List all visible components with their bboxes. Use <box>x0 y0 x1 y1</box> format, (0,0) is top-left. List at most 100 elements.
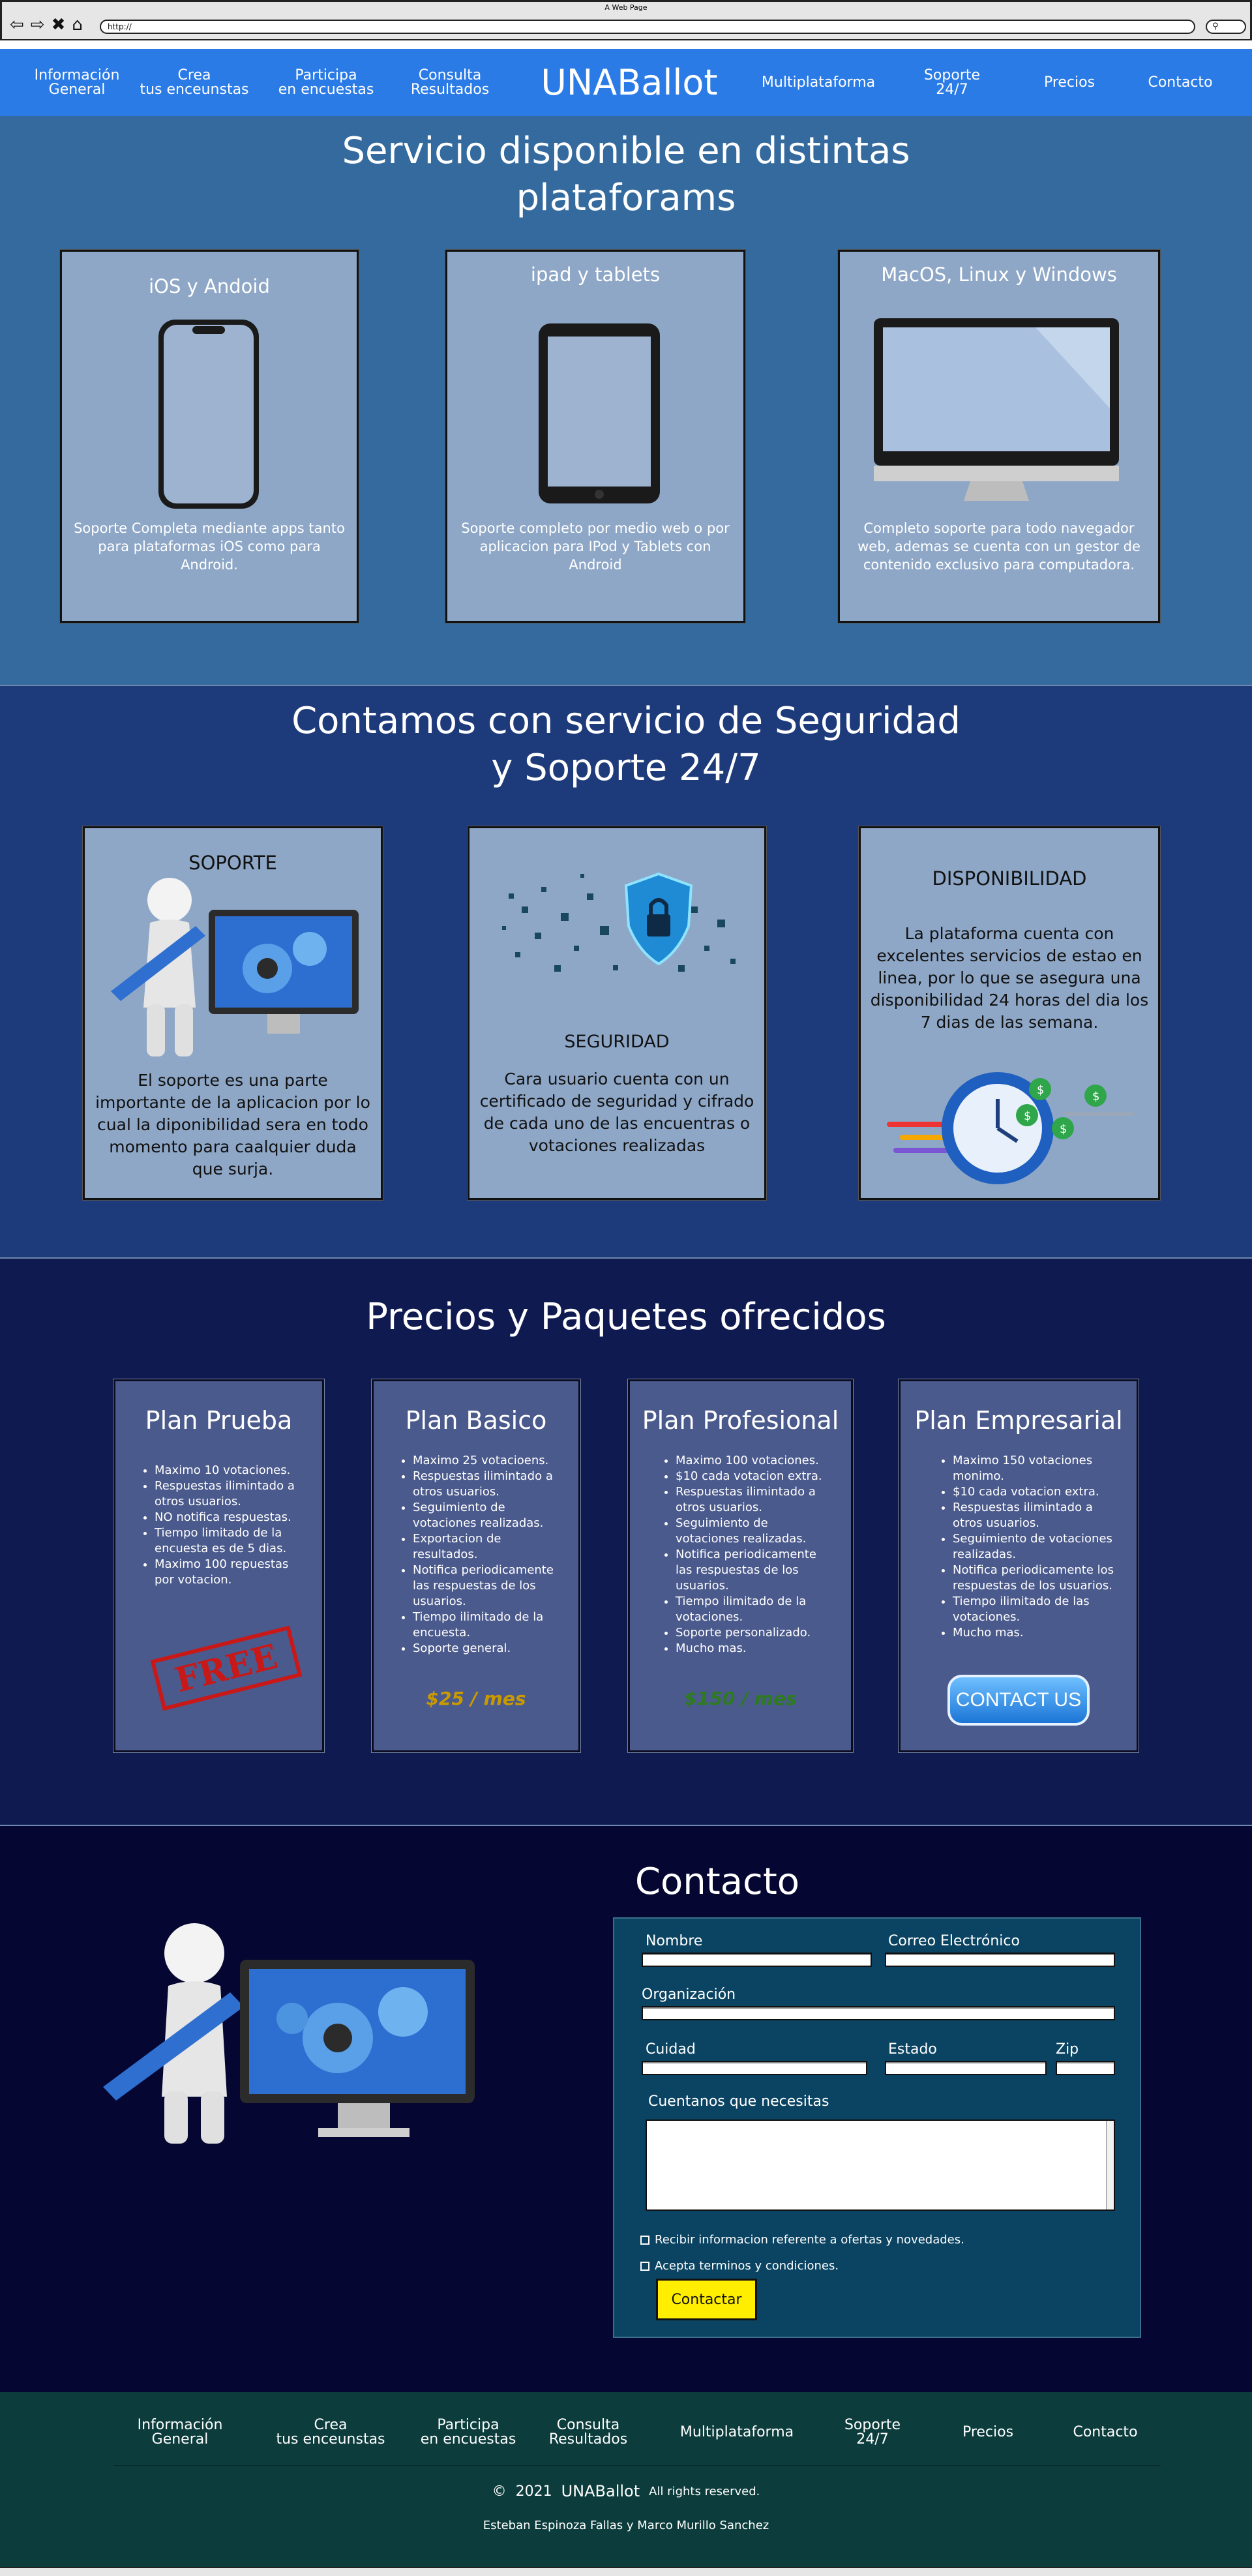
security-title: Contamos con servicio de Seguridad y Sop… <box>291 700 961 789</box>
home-icon[interactable]: ⌂ <box>72 16 83 33</box>
support-technician-illustration <box>103 1923 475 2144</box>
copyright-line: © 2021 UNABallot All rights reserved. <box>0 2478 1252 2504</box>
footer-nav-contacto[interactable]: Contacto <box>1056 2406 1154 2459</box>
plan-feature: Respuestas ilimintado a otros usuarios. <box>413 1469 560 1500</box>
plan-features: Maximo 100 votaciones. $10 cada votacion… <box>663 1453 833 1656</box>
plan-feature: Maximo 10 votaciones. <box>155 1463 304 1478</box>
state-input[interactable] <box>885 2061 1047 2075</box>
address-bar[interactable]: http:// <box>100 20 1195 34</box>
plan-feature: Notifica periodicamente las respuestas d… <box>676 1547 833 1594</box>
forward-arrow-icon[interactable]: ⇨ <box>31 16 45 33</box>
plan-feature: Maximo 150 votaciones monimo. <box>953 1453 1118 1484</box>
security-card: SEGURIDAD Cara usuario cuenta con un cer… <box>468 826 766 1200</box>
plan-card-profesional: Plan Profesional Maximo 100 votaciones. … <box>628 1379 853 1752</box>
checkbox-box[interactable] <box>640 2261 649 2271</box>
top-navigation: Información General Crea tus enceunstas … <box>0 49 1252 116</box>
footer-brand: UNABallot <box>561 2482 640 2500</box>
footer-nav-informacion-general[interactable]: Información General <box>121 2406 239 2459</box>
plan-feature: Soporte general. <box>413 1641 560 1656</box>
close-icon[interactable]: ✖ <box>52 16 66 33</box>
name-input[interactable] <box>642 1953 872 1967</box>
nav-multiplataforma[interactable]: Multiplataforma <box>750 49 887 116</box>
footer-nav-crea-encuestas[interactable]: Crea tus enceunstas <box>269 2406 393 2459</box>
tablet-icon <box>539 323 660 503</box>
clock-money-icon: $ $ $ $ <box>887 1072 1135 1184</box>
footer-nav-multiplataforma[interactable]: Multiplataforma <box>668 2406 805 2459</box>
plan-name: Plan Empresarial <box>914 1406 1123 1435</box>
platform-card-desktop: MacOS, Linux y Windows Completo soporte … <box>838 250 1160 623</box>
browser-nav-buttons: ⇦ ⇨ ✖ ⌂ <box>10 16 83 33</box>
offers-checkbox[interactable]: Recibir informacion referente a ofertas … <box>640 2233 964 2247</box>
copyright-symbol: © <box>492 2483 507 2500</box>
platforms-title: Servicio disponible en distintas platafo… <box>342 130 910 219</box>
browser-window-chrome: A Web Page ⇦ ⇨ ✖ ⌂ http:// ⚲ <box>0 0 1252 40</box>
rights-text: All rights reserved. <box>649 2484 760 2498</box>
zip-input[interactable] <box>1056 2061 1115 2075</box>
plan-feature: Respuestas ilimintado a otros usuarios. <box>953 1500 1118 1531</box>
organization-input[interactable] <box>642 2006 1115 2020</box>
checkbox-box[interactable] <box>640 2235 649 2245</box>
nav-participa[interactable]: Participa en encuestas <box>267 49 385 116</box>
nav-contacto[interactable]: Contacto <box>1128 49 1232 116</box>
nav-informacion-general[interactable]: Información General <box>18 49 136 116</box>
plan-features: Maximo 10 votaciones. Respuestas ilimint… <box>142 1463 304 1588</box>
plan-feature: Maximo 100 repuestas por votacion. <box>155 1557 304 1588</box>
copyright-year: 2021 <box>515 2483 552 2500</box>
plan-price: $25 / mes <box>426 1688 526 1709</box>
plan-feature: Mucho mas. <box>676 1641 833 1656</box>
plan-feature: Notifica periodicamente los respuestas d… <box>953 1563 1118 1594</box>
nav-crea-encuestas[interactable]: Crea tus enceunstas <box>136 49 253 116</box>
organization-label: Organización <box>642 1986 736 2003</box>
terms-checkbox[interactable]: Acepta terminos y condiciones. <box>640 2259 839 2273</box>
nav-soporte[interactable]: Soporte 24/7 <box>893 49 1011 116</box>
footer-nav-consulta-resultados[interactable]: Consulta Resultados <box>529 2406 647 2459</box>
desktop-monitor-icon <box>874 318 1119 501</box>
footer-nav-soporte[interactable]: Soporte 24/7 <box>814 2406 931 2459</box>
plan-name: Plan Basico <box>405 1406 547 1435</box>
back-arrow-icon[interactable]: ⇦ <box>10 16 24 33</box>
email-input[interactable] <box>885 1953 1115 1967</box>
needs-textarea[interactable] <box>646 2119 1115 2211</box>
nav-consulta-resultados[interactable]: Consulta Resultados <box>391 49 509 116</box>
plan-feature: Maximo 100 votaciones. <box>676 1453 833 1469</box>
contactar-button[interactable]: Contactar <box>656 2279 757 2320</box>
needs-label: Cuentanos que necesitas <box>648 2093 829 2110</box>
plan-feature: Tiempo limitado de la encuesta es de 5 d… <box>155 1525 304 1557</box>
card-title: SOPORTE <box>188 852 277 874</box>
plan-feature: Seguimiento de votaciones realizadas. <box>676 1516 833 1547</box>
name-label: Nombre <box>646 1933 703 1949</box>
browser-search-field[interactable]: ⚲ <box>1206 20 1246 34</box>
brand-logo[interactable]: UNABallot <box>522 49 737 116</box>
card-text: Completo soporte para todo navegador web… <box>857 520 1140 573</box>
card-text: Soporte Completa mediante apps tanto par… <box>74 520 345 573</box>
availability-card: DISPONIBILIDAD La plataforma cuenta con … <box>859 826 1160 1200</box>
platform-card-mobile: iOS y Andoid Soporte Completa mediante a… <box>60 250 359 623</box>
plan-price: $150 / mes <box>684 1688 797 1709</box>
textarea-scrollbar[interactable] <box>1106 2121 1114 2209</box>
footer-nav-precios[interactable]: Precios <box>939 2406 1037 2459</box>
card-title: MacOS, Linux y Windows <box>881 263 1117 286</box>
plan-card-prueba: Plan Prueba Maximo 10 votaciones. Respue… <box>113 1379 324 1752</box>
card-title: SEGURIDAD <box>564 1032 670 1052</box>
card-title: ipad y tablets <box>530 263 661 286</box>
footer-nav-participa[interactable]: Participa en encuestas <box>410 2406 527 2459</box>
plan-feature: Seguimiento de votaciones realizadas. <box>413 1500 560 1531</box>
plan-card-empresarial: Plan Empresarial Maximo 150 votaciones m… <box>899 1379 1139 1752</box>
plan-features: Maximo 25 votacioens. Respuestas ilimint… <box>400 1453 560 1656</box>
nav-precios[interactable]: Precios <box>1017 49 1122 116</box>
contact-us-button[interactable]: CONTACT US <box>947 1675 1090 1726</box>
city-input[interactable] <box>642 2061 867 2075</box>
email-label: Correo Electrónico <box>888 1933 1020 1949</box>
plan-feature: $10 cada votacion extra. <box>676 1469 833 1484</box>
plan-feature: Notifica periodicamente las respuestas d… <box>413 1563 560 1610</box>
contact-title: Contacto <box>634 1861 800 1903</box>
support-technician-icon <box>111 878 359 1056</box>
browser-bottom-bar <box>0 2567 1252 2576</box>
plan-feature: Tiempo ilimitado de la votaciones. <box>676 1594 833 1625</box>
card-text: Soporte completo por medio web o por apl… <box>461 520 730 573</box>
plan-feature: Respuestas ilimintado a otros usuarios. <box>676 1484 833 1516</box>
card-text: La plataforma cuenta con excelentes serv… <box>870 924 1149 1032</box>
offers-checkbox-label: Recibir informacion referente a ofertas … <box>655 2233 964 2247</box>
dollar-sign-icon: $ <box>1037 1083 1044 1097</box>
plan-feature: Mucho mas. <box>953 1625 1118 1641</box>
